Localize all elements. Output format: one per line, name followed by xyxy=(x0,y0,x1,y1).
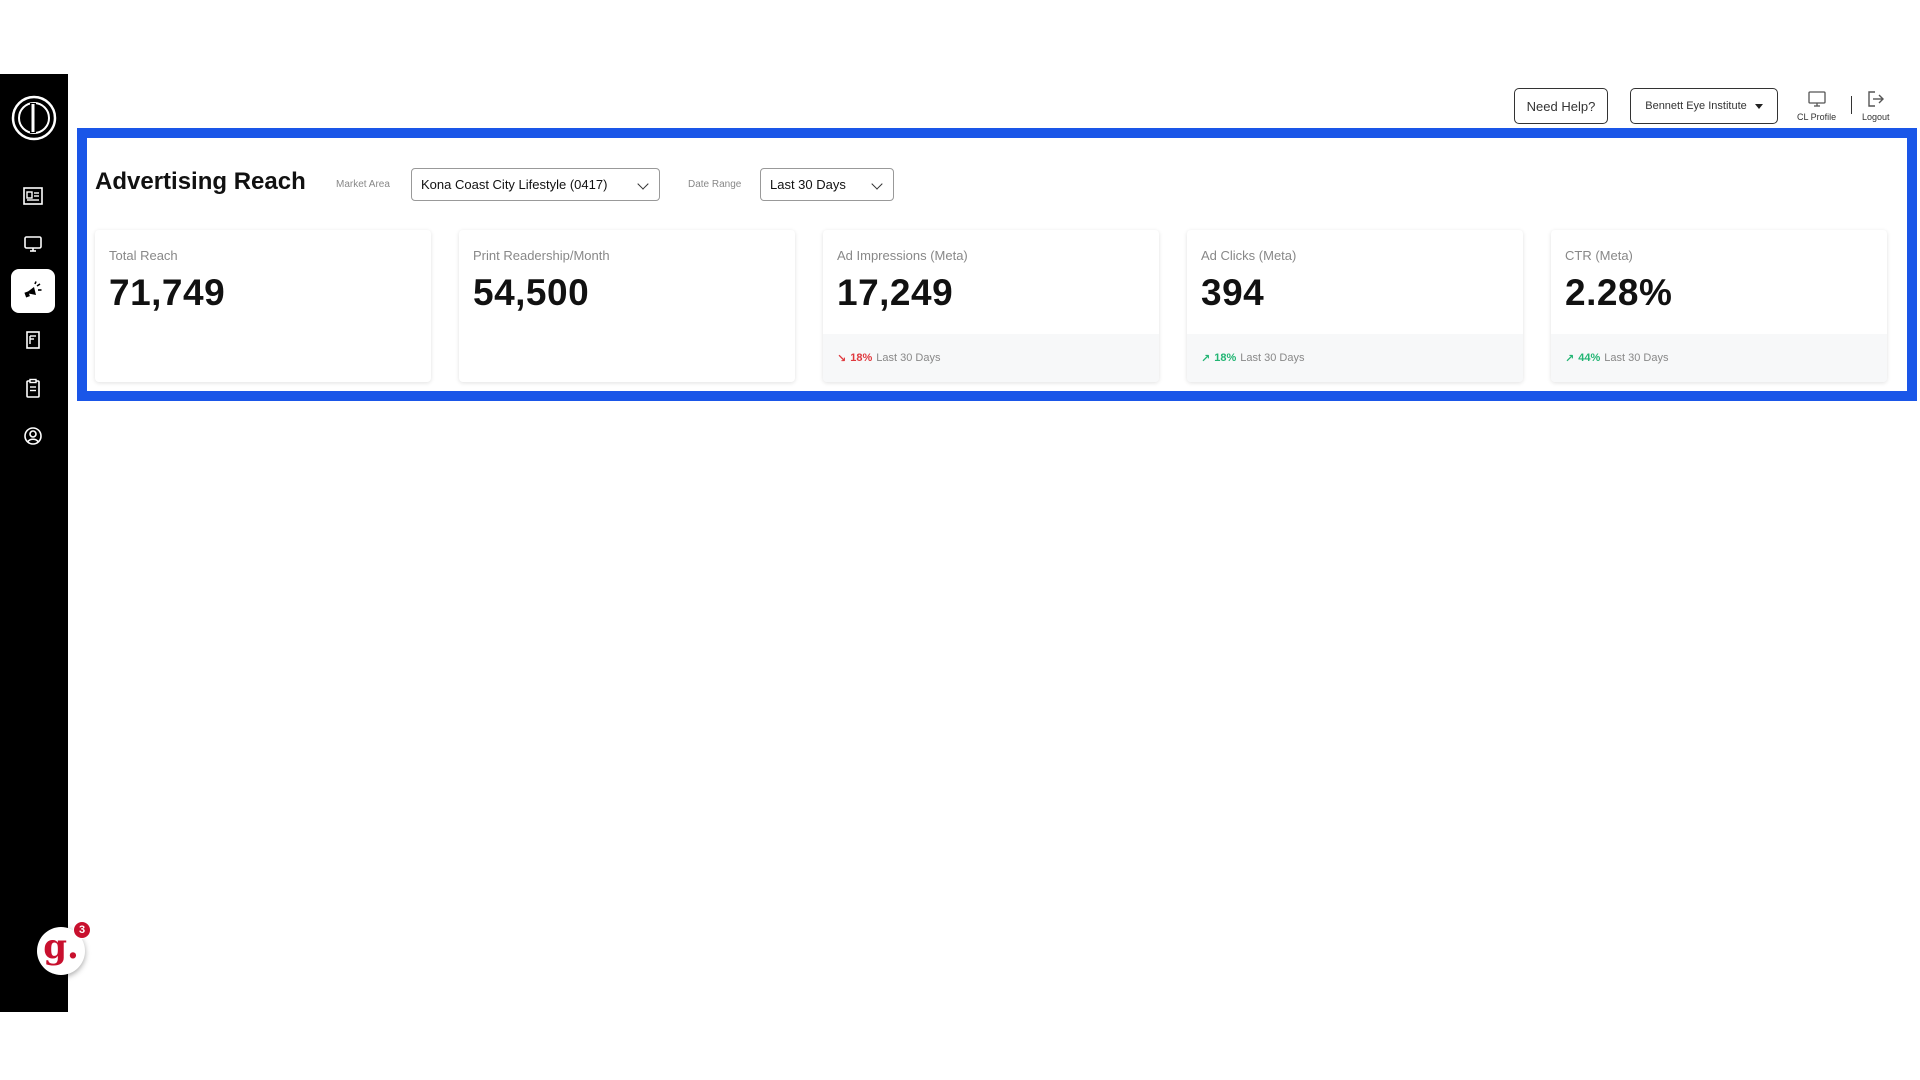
page-title: Advertising Reach xyxy=(95,168,306,195)
g-widget-letter: g. xyxy=(43,927,79,967)
stat-card-ad-clicks: Ad Clicks (Meta) 394 ↗ 18% Last 30 Days xyxy=(1187,230,1523,382)
megaphone-icon xyxy=(24,281,42,298)
stat-card-ctr: CTR (Meta) 2.28% ↗ 44% Last 30 Days xyxy=(1551,230,1887,382)
nav-account[interactable] xyxy=(11,414,55,458)
account-dropdown-label: Bennett Eye Institute xyxy=(1645,100,1747,112)
date-range-value: Last 30 Days xyxy=(770,177,846,192)
trend-down-icon: ↘ xyxy=(837,352,847,365)
stat-card-ad-impressions: Ad Impressions (Meta) 17,249 ↘ 18% Last … xyxy=(823,230,1159,382)
chevron-down-icon xyxy=(871,178,883,190)
stat-label: Print Readership/Month xyxy=(473,248,610,263)
market-area-value: Kona Coast City Lifestyle (0417) xyxy=(421,177,608,192)
nav-magazine[interactable] xyxy=(11,318,55,362)
trend-percent: 44% xyxy=(1578,352,1601,364)
notification-count-badge: 3 xyxy=(73,921,91,939)
stat-value: 54,500 xyxy=(473,272,590,313)
circle-l-logo[interactable] xyxy=(11,95,57,141)
cl-profile-label: CL Profile xyxy=(1797,112,1837,122)
clipboard-icon xyxy=(26,378,40,398)
stat-trend-footer: ↗ 44% Last 30 Days xyxy=(1551,334,1887,382)
stat-value: 71,749 xyxy=(109,272,226,313)
stat-trend-footer: ↗ 18% Last 30 Days xyxy=(1187,334,1523,382)
trend-percent: 18% xyxy=(1214,352,1237,364)
market-area-select[interactable]: Kona Coast City Lifestyle (0417) xyxy=(411,168,660,201)
caret-down-icon xyxy=(1754,103,1763,109)
stat-card-total-reach: Total Reach 71,749 xyxy=(95,230,431,382)
trend-percent: 18% xyxy=(850,352,873,364)
nav-news[interactable] xyxy=(11,174,55,218)
stat-value: 17,249 xyxy=(837,272,954,313)
monitor-icon xyxy=(1807,91,1826,107)
date-range-label: Date Range xyxy=(688,179,742,190)
need-help-button[interactable]: Need Help? xyxy=(1514,88,1608,124)
stat-label: CTR (Meta) xyxy=(1565,248,1633,263)
user-circle-icon xyxy=(24,427,42,445)
logout-button[interactable]: Logout xyxy=(1862,88,1890,122)
nav-advertising[interactable] xyxy=(11,269,55,313)
logout-label: Logout xyxy=(1862,112,1890,122)
topbar-divider xyxy=(1851,96,1852,114)
g-widget-button[interactable]: g. 3 xyxy=(37,921,91,975)
monitor-icon xyxy=(24,236,42,252)
date-range-select[interactable]: Last 30 Days xyxy=(760,168,894,201)
stat-label: Total Reach xyxy=(109,248,178,263)
magazine-icon xyxy=(26,331,40,349)
market-area-label: Market Area xyxy=(336,179,390,190)
stat-card-print-readership: Print Readership/Month 54,500 xyxy=(459,230,795,382)
stat-trend-footer: ↘ 18% Last 30 Days xyxy=(823,334,1159,382)
trend-period: Last 30 Days xyxy=(876,352,941,364)
trend-period: Last 30 Days xyxy=(1240,352,1305,364)
trend-up-icon: ↗ xyxy=(1565,352,1575,365)
news-icon xyxy=(23,187,43,205)
stat-label: Ad Impressions (Meta) xyxy=(837,248,968,263)
chevron-down-icon xyxy=(637,178,649,190)
nav-monitor[interactable] xyxy=(11,222,55,266)
logout-icon xyxy=(1868,91,1884,107)
nav-clipboard[interactable] xyxy=(11,366,55,410)
stat-value: 2.28% xyxy=(1565,272,1673,313)
stat-label: Ad Clicks (Meta) xyxy=(1201,248,1297,263)
account-dropdown[interactable]: Bennett Eye Institute xyxy=(1630,88,1778,124)
cl-profile-button[interactable]: CL Profile xyxy=(1797,88,1836,122)
stat-value: 394 xyxy=(1201,272,1265,313)
trend-up-icon: ↗ xyxy=(1201,352,1211,365)
trend-period: Last 30 Days xyxy=(1604,352,1669,364)
sidebar xyxy=(0,74,68,1012)
